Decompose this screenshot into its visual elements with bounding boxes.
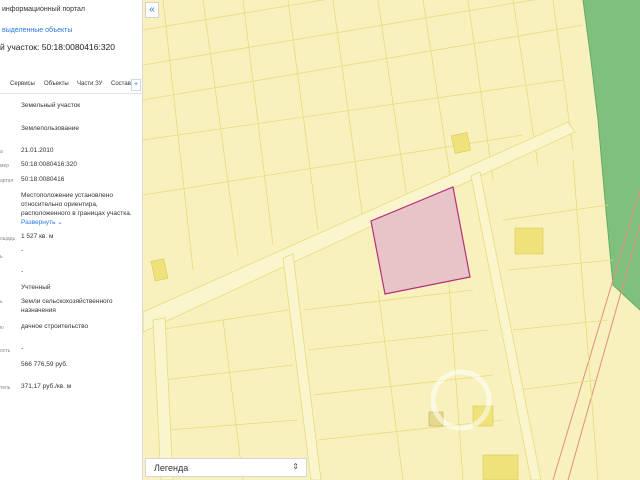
row-value-status: Учтенный (21, 284, 51, 291)
row-value-permitted-use: дачное строительство (21, 323, 89, 330)
row-label: артал (0, 178, 14, 184)
row-value-cadastral-number: 50:18:0080416:320 (21, 161, 78, 168)
row-value-cadastral-value: 566 776,59 руб. (21, 361, 68, 368)
updown-arrow-icon: ⇕ (292, 462, 299, 471)
info-panel: информационный портал выделенные объекты… (0, 0, 143, 480)
location-text: Местоположение установлено относительно … (21, 192, 132, 217)
row-value-kind: Землепользование (21, 125, 79, 132)
row-label: ь (0, 299, 3, 305)
row-label: ость (0, 348, 11, 354)
row-value-type: Земельный участок (21, 102, 81, 109)
row-label: мер (0, 163, 9, 169)
tab-parcel-parts[interactable]: Части ЗУ (77, 81, 102, 87)
cadastral-map[interactable] (143, 0, 640, 480)
building (482, 454, 519, 480)
tab-objects[interactable]: Объекты (44, 81, 69, 87)
row-value-location: Местоположение установлено относительно … (21, 191, 139, 227)
row-value-empty: - (21, 345, 24, 352)
legend-dropdown[interactable]: Легенда ⇕ (145, 458, 307, 477)
row-value-category: Земли сельскохозяйственного назначения (21, 298, 113, 314)
row-label: тель (0, 385, 11, 391)
tab-composition[interactable]: Состав (111, 81, 131, 87)
building (450, 132, 472, 154)
row-value-empty: - (21, 268, 24, 275)
row-value-empty: - (21, 247, 24, 254)
row-value-date: 21.01.2010 (21, 147, 54, 154)
row-label: а (0, 149, 3, 155)
chevron-down-icon[interactable]: ⌄ (57, 219, 62, 226)
collapse-panel-button[interactable]: « (145, 2, 159, 18)
building (514, 227, 544, 255)
row-value-price-per-meter: 371,17 руб./кв. м (21, 383, 72, 390)
parcel-title: й участок: 50:18:0080416:320 (0, 42, 115, 52)
row-label: ь (0, 254, 3, 260)
tab-services[interactable]: Сервисы (10, 81, 35, 87)
row-value-area: 1 527 кв. м (21, 233, 54, 240)
map-canvas[interactable] (143, 0, 640, 480)
portal-title: информационный портал (2, 6, 85, 13)
row-label: ю (0, 325, 4, 331)
expand-link[interactable]: Развернуть (21, 219, 55, 226)
row-label: ощадь (0, 236, 16, 242)
add-tab-button[interactable]: + (131, 79, 141, 91)
tab-bar: Сервисы Объекты Части ЗУ Состав (0, 78, 142, 94)
selected-objects-link[interactable]: выделенные объекты (2, 27, 72, 34)
row-value-quarter: 50:18:0080416 (21, 176, 65, 183)
legend-label: Легенда (154, 463, 189, 473)
